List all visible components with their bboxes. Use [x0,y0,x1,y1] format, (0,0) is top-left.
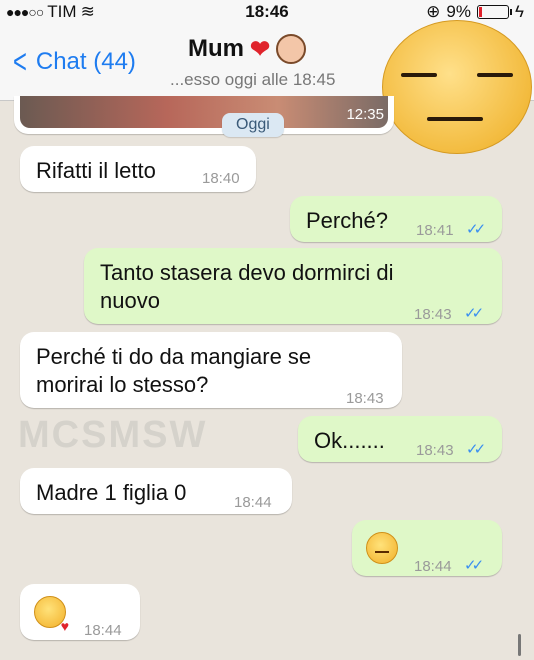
day-separator: Oggi [222,113,284,137]
message-time: 18:43 [414,306,452,323]
photo-image [20,96,388,128]
message-time: 18:43 [346,390,384,407]
message-text: Madre 1 figlia 0 [36,480,187,505]
back-label: Chat (44) [35,48,136,75]
message-outgoing[interactable]: Perché? 18:41 ✓✓ [290,196,502,242]
scrollbar[interactable] [518,634,521,656]
message-text-line: morirai lo stesso? [36,372,209,397]
contact-name: Mum [188,35,244,62]
message-time: 18:40 [202,170,240,187]
back-button[interactable]: < Chat (44) [10,43,136,81]
chevron-left-icon: < [12,43,27,81]
message-incoming[interactable]: Madre 1 figlia 0 18:44 [20,468,292,514]
message-time: 18:44 [414,558,452,575]
message-text-line: Perché ti do da mangiare se [36,344,312,369]
read-receipt-icon: ✓✓ [464,305,484,322]
photo-message[interactable]: 12:35 [14,96,394,134]
message-time: 18:44 [84,622,122,639]
charging-icon: ϟ [515,2,524,21]
message-time: 18:44 [234,494,272,511]
message-time: 12:35 [346,106,384,123]
battery-icon [477,5,512,19]
last-seen: ...esso oggi alle 18:45 [170,70,336,89]
message-text: Perché? [306,208,388,233]
status-right: ⊕ 9% ϟ [426,2,524,22]
message-outgoing[interactable]: 18:44 ✓✓ [352,520,502,576]
contact-title[interactable]: Mum ❤ [188,34,307,64]
message-incoming[interactable]: Perché ti do da mangiare se morirai lo s… [20,332,402,408]
message-text-line: nuovo [100,288,160,313]
woman-emoji-icon [276,34,307,64]
message-time: 18:43 [416,442,454,459]
message-incoming[interactable]: Rifatti il letto 18:40 [20,146,256,192]
read-receipt-icon: ✓✓ [466,221,486,238]
battery-percent: 9% [446,2,471,21]
read-receipt-icon: ✓✓ [464,557,484,574]
message-text-line: Tanto stasera devo dormirci di [100,260,394,285]
alarm-icon: ⊕ [426,2,441,21]
expressionless-face-icon [382,20,532,154]
read-receipt-icon: ✓✓ [466,441,486,458]
watermark: MCSMSW [18,414,208,456]
message-incoming[interactable]: ♥ 18:44 [20,584,140,640]
unamused-face-icon [366,532,398,564]
message-outgoing[interactable]: Tanto stasera devo dormirci di nuovo 18:… [84,248,502,324]
message-text: Ok....... [314,428,385,453]
heart-icon: ❤ [250,35,271,63]
kissing-face-icon: ♥ [34,596,69,634]
message-time: 18:41 [416,222,454,239]
message-outgoing[interactable]: Ok....... 18:43 ✓✓ [298,416,502,462]
message-text: Rifatti il letto [36,158,156,183]
